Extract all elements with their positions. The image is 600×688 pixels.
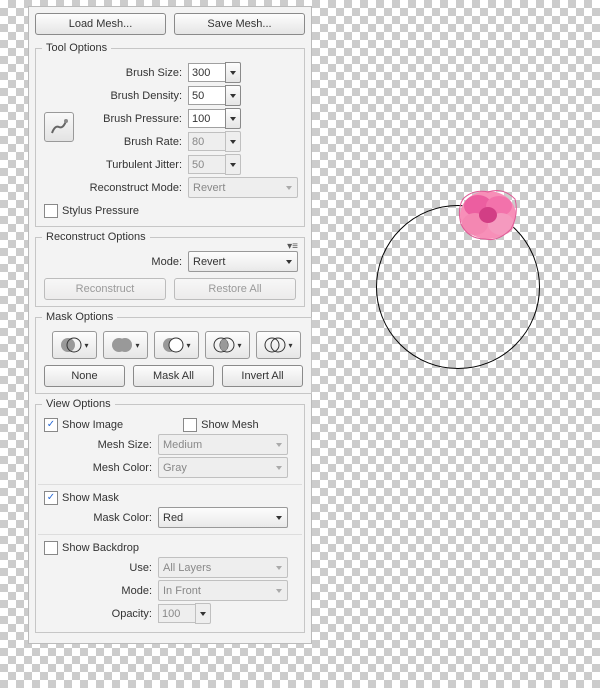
mask-none-button[interactable]: None xyxy=(44,365,125,387)
mask-subtract-button[interactable]: ▾ xyxy=(154,331,199,359)
brush-density-input[interactable]: 50 xyxy=(188,86,226,105)
tool-options-legend: Tool Options xyxy=(42,42,111,54)
show-image-checkbox[interactable] xyxy=(44,418,58,432)
backdrop-use-select: All Layers xyxy=(158,557,288,578)
reconstruct-options-group: Reconstruct Options ▾≡ Mode:Revert Recon… xyxy=(35,231,305,307)
show-image-label: Show Image xyxy=(62,419,123,431)
mask-invert-all-button[interactable]: Invert All xyxy=(222,365,303,387)
mask-color-label: Mask Color: xyxy=(42,512,158,524)
restore-all-button: Restore All xyxy=(174,278,296,300)
mask-invert-button[interactable]: ▾ xyxy=(256,331,301,359)
recon-mode-select[interactable]: Revert xyxy=(188,251,298,272)
reconstruct-mode-label: Reconstruct Mode: xyxy=(42,182,188,194)
backdrop-opacity-input: 100 xyxy=(158,604,196,623)
reconstruct-options-legend: Reconstruct Options xyxy=(42,231,150,243)
show-backdrop-checkbox[interactable] xyxy=(44,541,58,555)
backdrop-opacity-label: Opacity: xyxy=(42,608,158,620)
mesh-color-select: Gray xyxy=(158,457,288,478)
mask-options-legend: Mask Options xyxy=(42,311,117,323)
load-mesh-button[interactable]: Load Mesh... xyxy=(35,13,166,35)
backdrop-mode-select: In Front xyxy=(158,580,288,601)
brush-pressure-input[interactable]: 100 xyxy=(188,109,226,128)
mesh-size-select: Medium xyxy=(158,434,288,455)
brush-density-dropdown[interactable] xyxy=(225,85,241,106)
stylus-pressure-checkbox[interactable] xyxy=(44,204,58,218)
mask-add-button[interactable]: ▾ xyxy=(103,331,148,359)
show-mesh-label: Show Mesh xyxy=(201,419,258,431)
backdrop-opacity-dropdown xyxy=(195,603,211,624)
mesh-size-label: Mesh Size: xyxy=(42,439,158,451)
active-tool-icon[interactable] xyxy=(44,112,74,142)
show-backdrop-label: Show Backdrop xyxy=(62,542,139,554)
backdrop-mode-label: Mode: xyxy=(42,585,158,597)
brush-size-input[interactable]: 300 xyxy=(188,63,226,82)
flower-image xyxy=(453,184,523,246)
brush-size-dropdown[interactable] xyxy=(225,62,241,83)
brush-size-label: Brush Size: xyxy=(42,67,188,79)
show-mesh-checkbox[interactable] xyxy=(183,418,197,432)
stylus-pressure-label: Stylus Pressure xyxy=(62,205,139,217)
mask-replace-button[interactable]: ▾ xyxy=(52,331,97,359)
show-mask-label: Show Mask xyxy=(62,492,119,504)
save-mesh-button[interactable]: Save Mesh... xyxy=(174,13,305,35)
turbulent-jitter-dropdown xyxy=(225,154,241,175)
turbulent-jitter-label: Turbulent Jitter: xyxy=(42,159,188,171)
backdrop-use-label: Use: xyxy=(42,562,158,574)
mask-options-group: Mask Options ▾ ▾ ▾ ▾ ▾ None Mask All Inv… xyxy=(35,311,312,394)
brush-density-label: Brush Density: xyxy=(42,90,188,102)
tool-options-group: Tool Options Brush Size:300 Brush Densit… xyxy=(35,42,305,227)
mask-intersect-button[interactable]: ▾ xyxy=(205,331,250,359)
recon-mode-label: Mode: xyxy=(42,256,188,268)
mesh-color-label: Mesh Color: xyxy=(42,462,158,474)
turbulent-jitter-input: 50 xyxy=(188,155,226,174)
show-mask-checkbox[interactable] xyxy=(44,491,58,505)
view-options-group: View Options Show Image Show Mesh Mesh S… xyxy=(35,398,305,633)
mask-all-button[interactable]: Mask All xyxy=(133,365,214,387)
mask-color-select[interactable]: Red xyxy=(158,507,288,528)
reconstruct-mode-select: Revert xyxy=(188,177,298,198)
brush-rate-dropdown xyxy=(225,131,241,152)
brush-rate-input: 80 xyxy=(188,132,226,151)
view-options-legend: View Options xyxy=(42,398,115,410)
brush-pressure-dropdown[interactable] xyxy=(225,108,241,129)
liquify-options-panel: Load Mesh... Save Mesh... Tool Options B… xyxy=(28,6,312,644)
reconstruct-button: Reconstruct xyxy=(44,278,166,300)
